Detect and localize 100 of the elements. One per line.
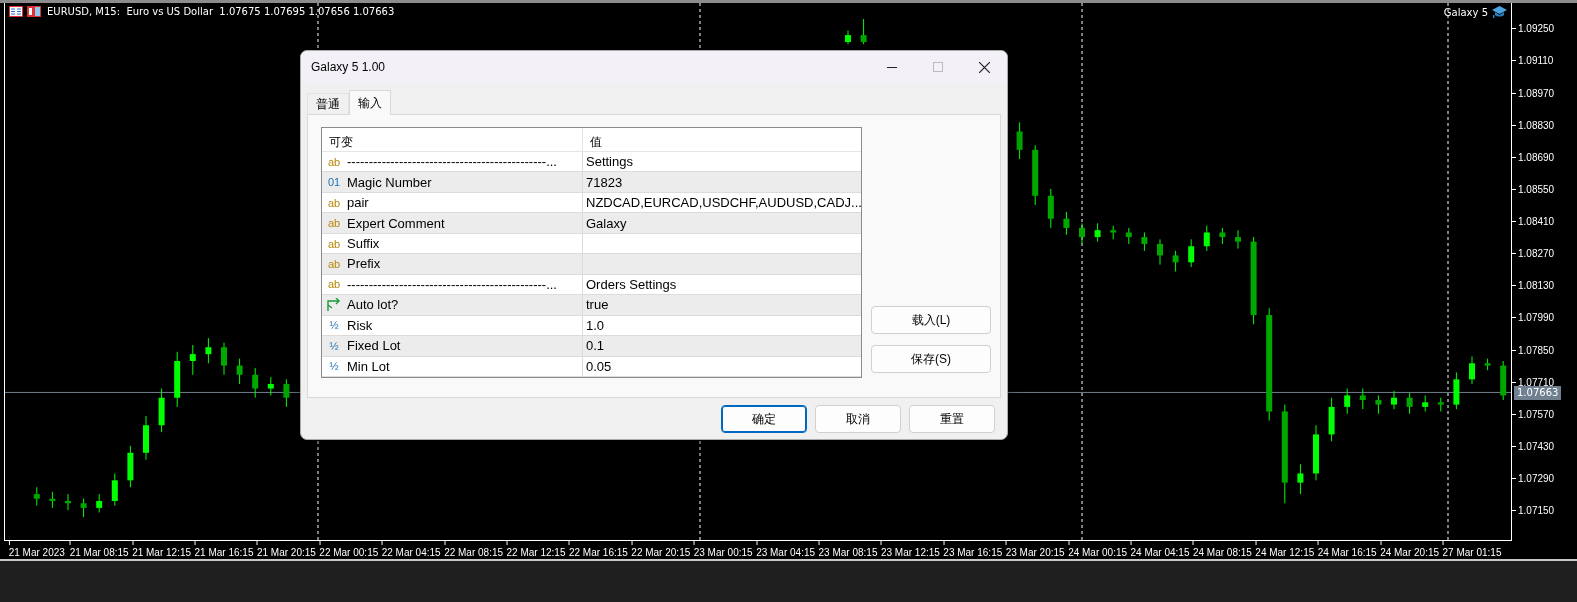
parameter-name-cell[interactable]: 01 Magic Number [322, 172, 583, 192]
candle [283, 378, 290, 408]
price-label: 1.07430 [1518, 439, 1555, 454]
chart-icon[interactable] [27, 6, 41, 17]
time-label: 21 Mar 08:15 [69, 546, 129, 560]
time-label: 23 Mar 16:15 [943, 546, 1003, 560]
candle [1297, 463, 1304, 495]
price-label: 1.07710 [1518, 375, 1555, 388]
time-label: 22 Mar 16:15 [568, 546, 628, 560]
type-label: ab [326, 237, 342, 250]
parameter-value-cell[interactable]: Orders Settings [583, 274, 861, 295]
parameter-name-cell[interactable]: ab Expert Comment [322, 213, 583, 233]
price-label: 1.07850 [1518, 343, 1555, 358]
parameter-name: ----------------------------------------------... [347, 154, 557, 170]
time-label: 23 Mar 08:15 [818, 546, 878, 560]
candle [1047, 188, 1054, 229]
candle [236, 358, 243, 385]
parameter-value-cell[interactable]: 1.0 [583, 315, 861, 336]
type-label: ab [326, 217, 342, 230]
price-label: 1.08830 [1518, 118, 1555, 133]
candle [1391, 390, 1397, 410]
candle [1313, 424, 1319, 481]
price-label: 1.08270 [1518, 247, 1555, 262]
time-label: 27 Mar 01:15 [1442, 546, 1502, 560]
dialog-button[interactable]: 确定 [721, 405, 807, 433]
candle [143, 415, 149, 461]
price-label: 1.08550 [1518, 182, 1555, 197]
parameter-name-cell[interactable]: Auto lot? [322, 295, 583, 315]
candle [1437, 397, 1444, 412]
parameter-name-cell[interactable]: ½ Fixed Lot [322, 336, 583, 356]
candle [1063, 211, 1070, 236]
candle [845, 30, 851, 45]
parameter-name: Prefix [347, 256, 381, 272]
time-label: 21 Mar 12:15 [132, 546, 192, 560]
parameter-name-cell[interactable]: ½ Min Lot [322, 356, 583, 376]
parameter-name: ----------------------------------------------... [347, 276, 557, 292]
parameter-name-cell[interactable]: ab Suffix [322, 233, 583, 254]
parameter-value-cell[interactable]: 0.05 [583, 356, 861, 376]
side-button[interactable]: 保存(S) [871, 345, 991, 373]
time-label: 24 Mar 00:15 [1068, 546, 1128, 560]
time-label: 24 Mar 12:15 [1255, 546, 1315, 560]
dialog-title: Galaxy 5 1.00 [311, 60, 387, 74]
parameter-value-cell[interactable]: Galaxy [583, 213, 861, 233]
arrow-icon [326, 298, 342, 312]
parameter-name-cell[interactable]: ab ----------------------------------------------... [322, 152, 583, 172]
candle [111, 472, 118, 507]
price-label: 1.07990 [1518, 311, 1555, 326]
type-label: ½ [328, 360, 340, 373]
candle [1219, 227, 1226, 245]
minimize-icon [887, 66, 897, 68]
parameter-value-cell[interactable]: 0.1 [583, 336, 861, 356]
candle [96, 493, 103, 513]
dialog-button[interactable]: 重置 [909, 405, 995, 433]
time-label: 24 Mar 20:15 [1380, 546, 1440, 560]
type-label: ab [326, 278, 342, 291]
tab[interactable]: 普通 [307, 93, 349, 114]
parameter-name-cell[interactable]: ab pair [322, 192, 583, 213]
time-label: 22 Mar 08:15 [444, 546, 504, 560]
candle [221, 342, 227, 376]
candle [1094, 222, 1101, 243]
parameter-value-cell[interactable]: Settings [583, 152, 861, 172]
type-label: ab [326, 155, 342, 168]
parameter-value-cell[interactable]: 71823 [583, 172, 861, 192]
candle [1188, 238, 1195, 268]
candle [1406, 392, 1413, 415]
column-header[interactable]: 值 [583, 128, 861, 151]
candle [1016, 121, 1023, 160]
candle [1235, 229, 1241, 250]
side-button[interactable]: 载入(L) [871, 306, 991, 334]
parameter-name-cell[interactable]: ½ Risk [322, 315, 583, 336]
time-label: 21 Mar 20:15 [256, 546, 316, 560]
candle [860, 18, 867, 45]
candle [1484, 358, 1491, 371]
parameter-name: Fixed Lot [347, 338, 401, 354]
tab[interactable]: 输入 [349, 90, 391, 115]
candle [1110, 225, 1117, 240]
candle [33, 486, 40, 507]
column-header[interactable]: 可变 [322, 128, 583, 151]
type-label: ab [326, 258, 342, 270]
time-label: 23 Mar 20:15 [1005, 546, 1065, 560]
candle [1359, 388, 1366, 410]
dialog-button[interactable]: 取消 [815, 405, 901, 433]
parameter-name-cell[interactable]: ab ----------------------------------------------... [322, 274, 583, 295]
grid-icon[interactable] [9, 6, 23, 17]
time-label: 23 Mar 12:15 [880, 546, 940, 560]
price-label: 1.08690 [1518, 150, 1555, 165]
parameter-name: Auto lot? [347, 297, 399, 313]
maximize-icon [933, 62, 943, 72]
candle [205, 337, 212, 364]
candle [174, 351, 181, 408]
candle [127, 445, 134, 488]
candle [189, 344, 196, 376]
price-label: 1.09250 [1518, 22, 1555, 37]
candle [49, 491, 56, 509]
candle [1125, 227, 1132, 245]
parameter-value-cell[interactable]: true [583, 295, 861, 315]
type-label: 01 [326, 176, 342, 189]
graduation-cap-icon[interactable] [1492, 6, 1507, 18]
parameter-value-cell[interactable]: NZDCAD,EURCAD,USDCHF,AUDUSD,CADJ... [583, 192, 861, 213]
candle [1203, 225, 1210, 252]
